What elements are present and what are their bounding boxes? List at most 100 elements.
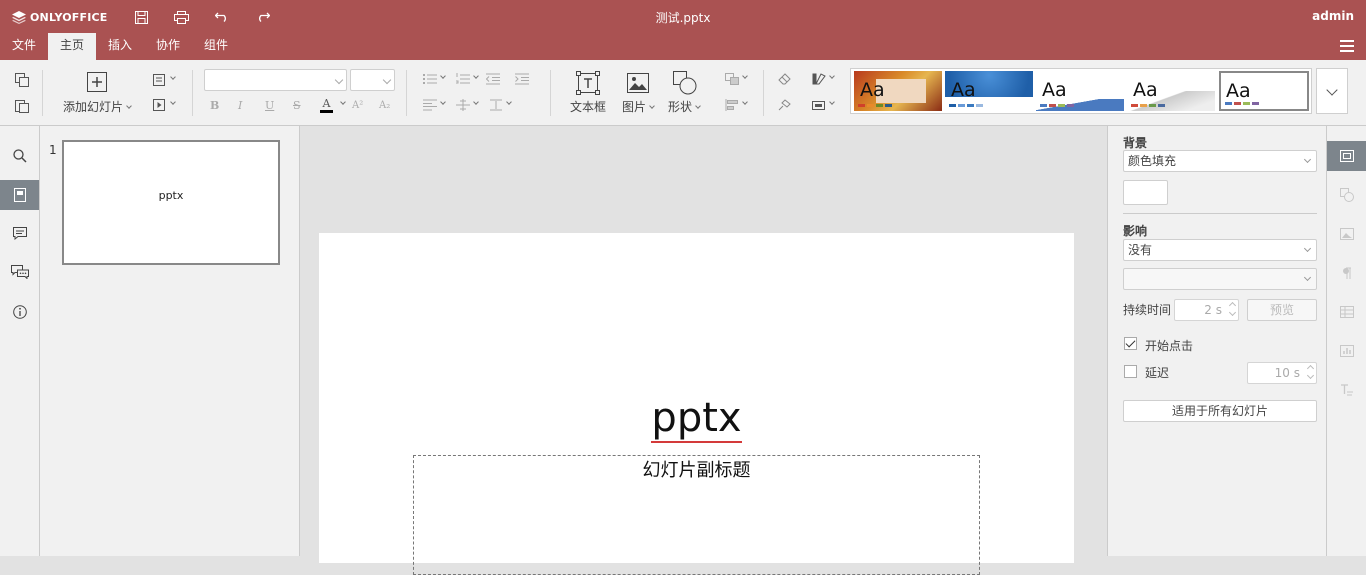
outdent-icon (486, 73, 500, 85)
textbox-button[interactable] (575, 70, 601, 96)
theme-item[interactable]: Aa (1127, 71, 1215, 111)
textbox-label[interactable]: 文本框 (570, 98, 606, 115)
chart-icon (1339, 345, 1354, 357)
clear-style-button[interactable] (777, 72, 793, 86)
start-slideshow-button[interactable] (150, 95, 178, 115)
underline-button[interactable]: U (265, 99, 274, 112)
line-spacing-icon (490, 99, 502, 111)
comment-icon (12, 226, 27, 240)
search-button[interactable] (0, 141, 39, 171)
fill-color-swatch[interactable] (1123, 180, 1168, 205)
line-spacing-button[interactable] (486, 98, 514, 112)
shape-label[interactable]: 形状 (668, 98, 701, 115)
tab-file[interactable]: 文件 (0, 33, 48, 60)
slide-size-button[interactable] (808, 98, 838, 112)
chat-button[interactable] (0, 257, 39, 287)
theme-item-selected[interactable]: Aa (1219, 71, 1309, 111)
start-on-click-checkbox[interactable] (1124, 337, 1137, 350)
shape-settings-icon (1339, 188, 1354, 202)
font-color-dropdown[interactable] (337, 99, 346, 110)
bullets-button[interactable] (420, 72, 448, 86)
image-button[interactable] (625, 70, 651, 96)
arrange-button[interactable] (722, 72, 750, 86)
image-icon (627, 73, 649, 93)
apply-to-all-button[interactable]: 适用于所有幻灯片 (1123, 400, 1317, 422)
delay-label: 延迟 (1145, 366, 1170, 380)
user-name[interactable]: admin (1312, 9, 1354, 23)
slides-panel-button[interactable] (0, 180, 39, 210)
image-label[interactable]: 图片 (622, 98, 655, 115)
slide-canvas: pptx 幻灯片副标题 (300, 126, 1107, 575)
decrease-indent-button[interactable] (486, 72, 500, 86)
vertical-align-icon (456, 99, 470, 111)
tab-collaboration[interactable]: 协作 (144, 33, 192, 60)
delay-checkbox[interactable] (1124, 365, 1137, 378)
shape-icon (673, 71, 697, 95)
slide-title[interactable]: pptx (319, 395, 1074, 443)
menu-icon[interactable] (1340, 40, 1354, 52)
paste-icon (15, 100, 29, 113)
slides-icon (13, 188, 26, 202)
slides-panel: 1 pptx (40, 126, 300, 556)
effect-select[interactable]: 没有 (1123, 239, 1317, 261)
color-scheme-icon (812, 73, 826, 85)
superscript-button[interactable]: A² (352, 100, 363, 111)
effect-label: 影响 (1123, 224, 1148, 238)
font-color-button[interactable]: A (320, 98, 333, 113)
align-shapes-button[interactable] (722, 98, 750, 112)
slide-layout-button[interactable] (150, 70, 178, 90)
copy-button[interactable] (12, 70, 32, 90)
theme-item[interactable]: Aa (945, 71, 1033, 111)
indent-icon (515, 73, 529, 85)
document-title: 测试.pptx (655, 11, 711, 25)
align-shapes-icon (725, 99, 738, 111)
slide-settings-icon (1339, 150, 1354, 162)
add-slide-label[interactable]: 添加幻灯片 (63, 98, 132, 115)
subscript-button[interactable]: A₂ (379, 100, 390, 111)
italic-button[interactable]: I (238, 99, 242, 112)
align-button[interactable] (420, 98, 448, 112)
slide-size-icon (812, 101, 825, 110)
duration-input[interactable]: 2 s (1174, 299, 1239, 321)
background-label: 背景 (1123, 136, 1148, 150)
effect-type-select[interactable] (1123, 268, 1317, 290)
theme-item[interactable]: Aa (1036, 71, 1124, 111)
paragraph-settings-tab (1327, 258, 1366, 288)
search-icon (12, 149, 27, 163)
paste-button[interactable] (12, 96, 32, 116)
comments-button[interactable] (0, 218, 39, 248)
shape-button[interactable] (672, 70, 698, 96)
chart-settings-tab (1327, 336, 1366, 366)
title-bar: ONLYOFFICE 测试.pptx admin (0, 0, 1366, 33)
more-themes-button[interactable] (1316, 68, 1348, 114)
table-settings-tab (1327, 297, 1366, 327)
fill-type-select[interactable]: 颜色填充 (1123, 150, 1317, 172)
slide-settings-tab[interactable] (1327, 141, 1366, 171)
vertical-align-button[interactable] (453, 98, 481, 112)
strikethrough-button[interactable]: S (293, 99, 301, 112)
theme-gallery: Aa Aa Aa Aa Aa (850, 68, 1312, 114)
copy-style-button[interactable] (777, 98, 793, 112)
color-scheme-button[interactable] (808, 72, 838, 86)
add-slide-button[interactable] (86, 71, 108, 93)
subtitle-placeholder[interactable]: 幻灯片副标题 (413, 455, 980, 575)
right-rail (1327, 126, 1366, 556)
increase-indent-button[interactable] (515, 72, 529, 86)
eraser-icon (778, 73, 791, 85)
slide[interactable]: pptx 幻灯片副标题 (319, 233, 1074, 575)
tab-home[interactable]: 主页 (48, 33, 97, 60)
bold-button[interactable]: B (210, 99, 219, 112)
font-size-select[interactable] (350, 69, 395, 91)
slide-thumbnail[interactable]: pptx (62, 140, 280, 265)
shape-settings-tab (1327, 180, 1366, 210)
numbering-button[interactable] (453, 72, 481, 86)
theme-item[interactable]: Aa (854, 71, 942, 111)
textart-settings-tab (1327, 375, 1366, 405)
delay-input[interactable]: 10 s (1247, 362, 1317, 384)
preview-button[interactable]: 预览 (1247, 299, 1317, 321)
tab-insert[interactable]: 插入 (96, 33, 144, 60)
font-name-select[interactable] (204, 69, 347, 91)
text-art-icon (1340, 384, 1353, 396)
tab-plugins[interactable]: 组件 (192, 33, 240, 60)
about-button[interactable] (0, 297, 39, 327)
